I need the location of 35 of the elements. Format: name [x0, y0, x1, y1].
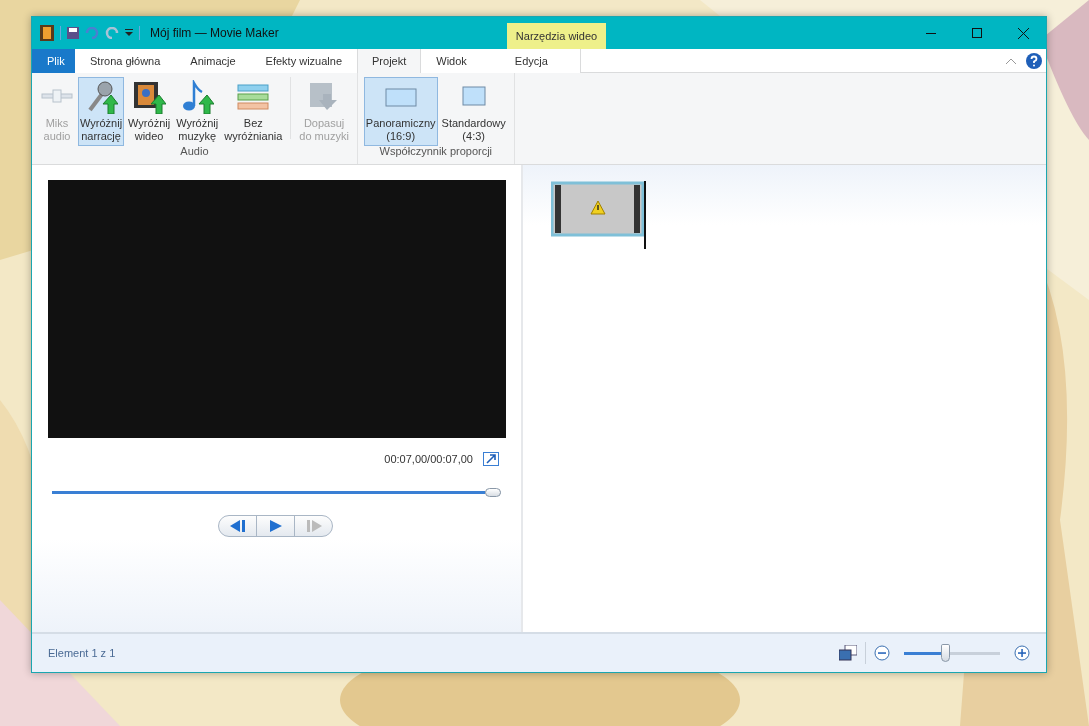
- film-strip-icon: [40, 25, 54, 41]
- ribbon-tab[interactable]: Edycja: [481, 49, 581, 73]
- music-note-icon: [180, 80, 215, 114]
- group-label: Współczynnik proporcji: [378, 145, 494, 157]
- window-title: Mój film — Movie Maker: [150, 26, 279, 40]
- play-button[interactable]: [256, 515, 295, 537]
- video-clip-thumbnail[interactable]: [551, 181, 646, 251]
- close-icon: [1017, 27, 1029, 39]
- play-icon: [269, 520, 282, 532]
- zoom-in-icon[interactable]: [1014, 645, 1030, 661]
- previous-frame-icon: [229, 520, 246, 532]
- maximize-icon: [972, 28, 982, 38]
- file-tab[interactable]: Plik: [32, 49, 75, 73]
- group-label: Audio: [179, 145, 210, 157]
- seek-slider[interactable]: [52, 488, 501, 497]
- previous-button[interactable]: [218, 515, 257, 537]
- ribbon-button[interactable]: Bez wyróżniania: [222, 77, 285, 146]
- contextual-tab-group-label: Narzędzia wideo: [507, 23, 606, 49]
- save-icon[interactable]: [67, 27, 79, 39]
- status-text: Element 1 z 1: [48, 647, 116, 659]
- zoom-out-icon[interactable]: [874, 645, 890, 661]
- ribbon-button[interactable]: Wyróżnij wideo: [126, 77, 173, 146]
- next-frame-icon: [305, 520, 322, 532]
- playback-time: 00:07,00/00:07,00: [384, 453, 473, 465]
- ribbon-button[interactable]: Wyróżnij narrację: [78, 77, 125, 146]
- expand-icon[interactable]: [483, 452, 499, 466]
- help-icon[interactable]: [1026, 52, 1042, 69]
- ribbon-tab[interactable]: Projekt: [357, 49, 422, 73]
- ribbon-button[interactable]: Standardowy (4:3): [439, 77, 508, 146]
- ribbon-button[interactable]: Panoramiczny (16:9): [363, 77, 438, 146]
- film-icon: [132, 80, 167, 114]
- dropdown-icon[interactable]: [125, 29, 133, 37]
- thumbnail-view-icon[interactable]: [839, 645, 857, 661]
- ribbon-button[interactable]: Wyróżnij muzykę: [174, 77, 221, 146]
- collapse-ribbon-icon[interactable]: [1006, 57, 1016, 64]
